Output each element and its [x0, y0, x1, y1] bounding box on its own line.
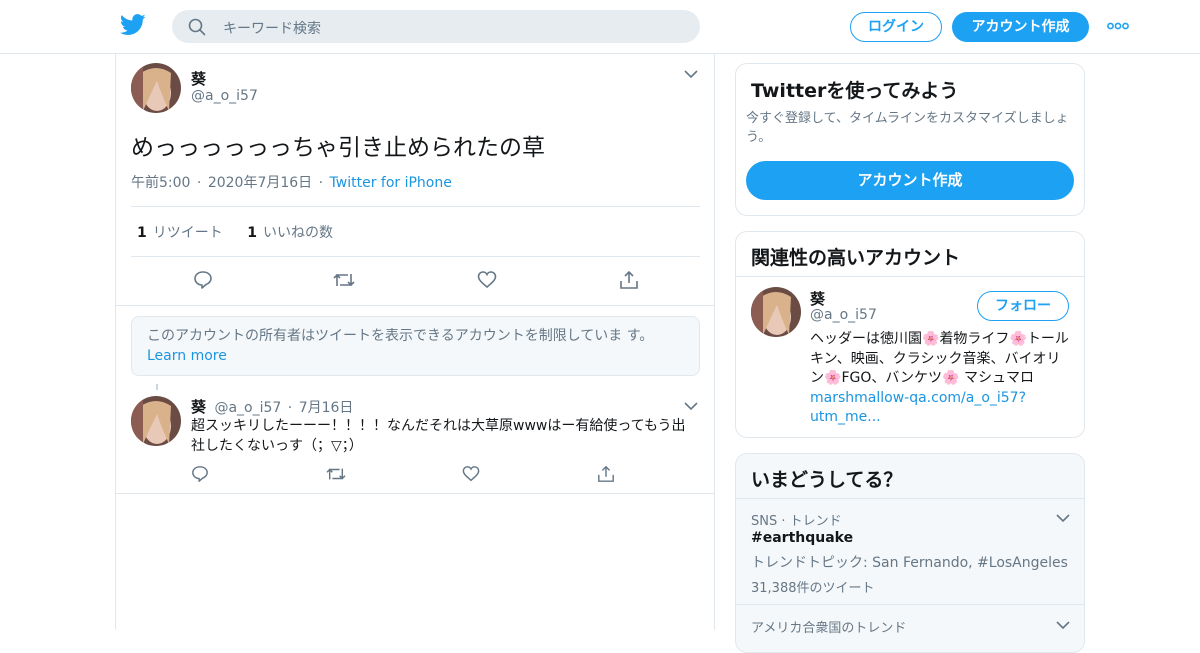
chevron-down-icon[interactable]	[684, 70, 698, 79]
chevron-down-icon[interactable]	[684, 402, 698, 411]
divider	[131, 256, 700, 257]
login-button[interactable]: ログイン	[850, 12, 942, 42]
tweet-source-link[interactable]: Twitter for iPhone	[330, 175, 452, 191]
divider	[116, 305, 714, 306]
related-account-handle[interactable]: @a_o_i57	[810, 307, 877, 323]
thread-line	[156, 384, 158, 390]
bio-link[interactable]: marshmallow-qa.com/a_o_i57?utm_me...	[810, 390, 1026, 426]
trend-name[interactable]: #earthquake	[751, 530, 853, 546]
trend-meta: アメリカ合衆国のトレンド	[751, 621, 907, 636]
divider	[736, 276, 1084, 277]
reply-author-handle[interactable]: @a_o_i57	[214, 400, 281, 416]
related-account-name[interactable]: 葵	[810, 288, 825, 309]
tweet-author-handle[interactable]: @a_o_i57	[191, 88, 258, 104]
retweet-icon[interactable]	[326, 465, 346, 483]
top-navigation-bar: キーワード検索 ログイン アカウント作成	[0, 0, 1200, 54]
reply-author-name[interactable]: 葵	[191, 398, 206, 416]
tweet-text: めっっっっっっちゃ引き止められたの草	[131, 135, 545, 161]
share-icon[interactable]	[619, 270, 639, 290]
cherry-blossom-emoji: 🌸	[824, 370, 842, 386]
reply-text: 超スッキリしたーーー！！！！なんだそれは大草原wwwはー有給使ってもう出社したく…	[191, 418, 686, 454]
trend-topic: トレンドトピック: San Fernando, #LosAngeles	[751, 555, 1068, 571]
reply-date[interactable]: 7月16日	[299, 400, 354, 416]
retweet-stat[interactable]: 1 リツイート	[137, 222, 223, 242]
cherry-blossom-emoji: 🌸	[1009, 331, 1027, 347]
like-icon[interactable]	[477, 270, 497, 290]
signup-card-description: 今すぐ登録して、タイムラインをカスタマイズしましょう。	[746, 111, 1069, 145]
chevron-down-icon[interactable]	[1056, 621, 1070, 630]
follow-button[interactable]: フォロー	[977, 291, 1069, 321]
divider	[131, 206, 700, 207]
search-input[interactable]: キーワード検索	[223, 18, 321, 38]
like-icon[interactable]	[462, 465, 480, 483]
retweet-icon[interactable]	[333, 270, 355, 290]
cherry-blossom-emoji: 🌸	[942, 370, 960, 386]
divider	[736, 498, 1084, 499]
avatar[interactable]	[131, 63, 181, 113]
like-stat[interactable]: 1 いいねの数	[247, 222, 333, 242]
tweet-timestamp: 午前5:00 · 2020年7月16日 · Twitter for iPhone	[131, 172, 452, 192]
trend-tweet-count: 31,388件のツイート	[751, 581, 875, 596]
trends-card-title: いまどうしてる？	[751, 469, 903, 491]
signup-card-button[interactable]: アカウント作成	[746, 161, 1074, 200]
learn-more-link[interactable]: Learn more	[147, 348, 227, 364]
divider	[736, 604, 1084, 605]
twitter-bird-icon[interactable]	[120, 14, 146, 36]
tweet-date[interactable]: 2020年7月16日	[208, 172, 312, 192]
tweet-time[interactable]: 午前5:00	[131, 172, 190, 192]
related-account-bio: ヘッダーは徳川園🌸着物ライフ🌸トールキン、映画、クラシック音楽、バイオリン🌸FG…	[810, 331, 1069, 426]
reply-header: 葵 @a_o_i57 · 7月16日	[191, 398, 354, 416]
trends-card: いまどうしてる？ SNS · トレンド #earthquake トレンドトピック…	[735, 453, 1085, 653]
tweet-stats: 1 リツイート 1 いいねの数	[137, 222, 353, 242]
signup-card-title: Twitterを使ってみよう	[751, 80, 959, 102]
signup-card: Twitterを使ってみよう 今すぐ登録して、タイムラインをカスタマイズしましょ…	[735, 63, 1085, 216]
divider	[116, 493, 714, 494]
main-timeline-column: 葵 @a_o_i57 めっっっっっっちゃ引き止められたの草 午前5:00 · 2…	[115, 54, 715, 630]
notice-text: このアカウントの所有者はツイートを表示できるアカウントを制限していま す。	[147, 328, 654, 344]
trend-meta: SNS · トレンド	[751, 514, 842, 529]
search-icon	[188, 18, 206, 36]
signup-button[interactable]: アカウント作成	[952, 12, 1089, 42]
related-accounts-card: 関連性の高いアカウント 葵 @a_o_i57 フォロー ヘッダーは徳川園🌸着物ラ…	[735, 231, 1085, 438]
reply-icon[interactable]	[191, 465, 209, 483]
related-card-title: 関連性の高いアカウント	[751, 247, 961, 269]
tweet-author-name[interactable]: 葵	[191, 68, 206, 89]
restricted-replies-notice: このアカウントの所有者はツイートを表示できるアカウントを制限していま す。 Le…	[131, 316, 700, 376]
search-box[interactable]: キーワード検索	[172, 10, 700, 43]
cherry-blossom-emoji: 🌸	[922, 331, 940, 347]
reply-icon[interactable]	[193, 270, 213, 290]
chevron-down-icon[interactable]	[1056, 514, 1070, 523]
share-icon[interactable]	[597, 465, 615, 483]
avatar[interactable]	[131, 396, 181, 446]
avatar[interactable]	[751, 287, 801, 337]
more-dots-icon[interactable]	[1107, 22, 1129, 30]
